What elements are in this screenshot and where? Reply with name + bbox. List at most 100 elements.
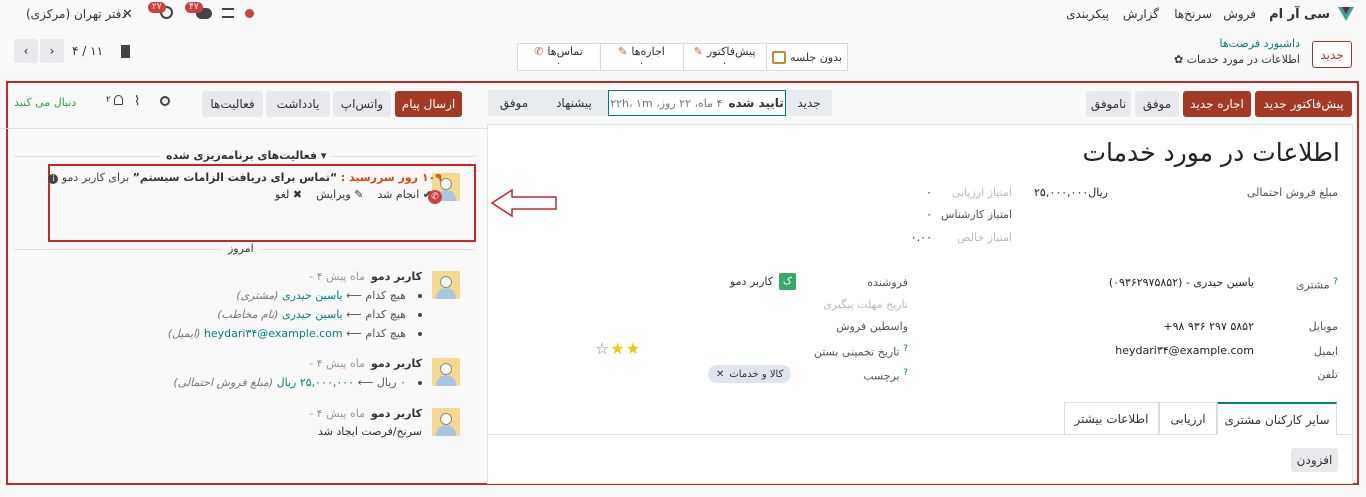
message-author[interactable]: کاربر دمو	[371, 357, 422, 370]
followers-button[interactable]: ۲	[106, 95, 123, 105]
list-icon[interactable]	[222, 8, 234, 18]
smart-button-meetings[interactable]: بدون جلسه	[766, 43, 848, 71]
message-author[interactable]: کاربر دمو	[371, 407, 422, 420]
tags-label: برچسب ?	[863, 367, 908, 383]
bullet	[418, 294, 422, 298]
phone-label: تلفن	[1317, 368, 1338, 381]
tracking-line: ۰ ریال ⟵ ۲۵,۰۰۰,۰۰۰ ریال (مبلغ فروش احتم…	[173, 376, 406, 389]
log-note-button[interactable]: یادداشت	[266, 91, 330, 117]
avatar	[432, 271, 460, 299]
pencil-icon: ✎	[693, 45, 703, 58]
priority-stars[interactable]: ☆★★	[595, 339, 641, 358]
app-name[interactable]: سی آر ام	[1269, 7, 1330, 22]
customer-value[interactable]: یاسین حیدری - (۰۹۳۶۲۹۷۵۸۵۲)	[1109, 276, 1254, 289]
close-date-label: تاریخ تخمینی بستن ?	[813, 343, 908, 359]
expected-revenue-value[interactable]: ۲۵,۰۰۰,۰۰۰ریال	[1034, 186, 1108, 199]
message-author[interactable]: کاربر دمو	[371, 270, 422, 283]
search-icon[interactable]	[160, 96, 170, 106]
new-record-button[interactable]: جدید	[1312, 41, 1352, 68]
tab-customer-contacts[interactable]: سایر کارکنان مشتری	[1217, 402, 1337, 435]
tab-more-info[interactable]: اطلاعات بیشتر	[1064, 402, 1159, 434]
caret-down-icon: ▾	[320, 149, 327, 162]
salesperson-field[interactable]: ک کاربر دمو	[730, 273, 796, 290]
message-time: - ۴ ماه پیش	[309, 407, 365, 420]
info-icon[interactable]: i	[48, 174, 59, 184]
bullet	[418, 381, 422, 385]
tag-remove-icon[interactable]: ✕	[716, 369, 724, 380]
customer-label: مشتری ?	[1295, 276, 1338, 292]
stage-confirmed[interactable]: تایید شده ۴ ماه، ۲۲ روز، ۲۲h، ۱m	[608, 90, 786, 116]
menu-configuration[interactable]: پیکربندی	[1066, 7, 1109, 21]
message-body: سرنخ/فرصت ایجاد شد	[317, 425, 422, 438]
pager-next-button[interactable]: ›	[40, 39, 64, 63]
new-quotation-button[interactable]: پیش‌فاکتور جدید	[1255, 91, 1352, 117]
mark-won-button[interactable]: موفق	[1135, 91, 1179, 117]
attachment-icon[interactable]: ⌇	[134, 94, 140, 109]
cancel-activity-button[interactable]: ✖ لغو	[275, 188, 302, 201]
top-navbar: سی آر ام فروش سرنخ‌ها گزارش پیکربندی دفت…	[0, 0, 1366, 28]
smart-button-quotations[interactable]: ✎ پیش‌فاکتور ۰	[683, 43, 765, 71]
pager-value[interactable]: ۴ / ۱۱	[72, 44, 103, 58]
add-line-button[interactable]: افزودن	[1291, 448, 1338, 472]
expert-score-label: امتیاز کارشناس	[941, 208, 1012, 221]
planned-activities-header[interactable]: فعالیت‌های برنامه‌ریزی شده ▾	[160, 149, 333, 162]
mark-lost-button[interactable]: ناموفق	[1086, 91, 1131, 117]
record-title[interactable]: اطلاعات در مورد خدمات	[1082, 138, 1340, 167]
status-dot-icon	[245, 9, 254, 18]
check-icon: ✔	[422, 188, 432, 201]
arrow-annotation-icon	[490, 188, 557, 218]
record-settings-gear-icon[interactable]: ✿	[1174, 53, 1183, 66]
breadcrumb-parent[interactable]: داشبورد فرصت‌ها	[1174, 37, 1300, 50]
pager-prev-button[interactable]: ‹	[14, 39, 38, 63]
activity-count-badge: ۲۷	[148, 2, 166, 13]
stage-new[interactable]: جدید	[786, 90, 832, 116]
net-score-value: ۰.۰۰	[910, 231, 932, 244]
app-logo-icon[interactable]	[1338, 7, 1354, 21]
star-filled-icon[interactable]: ★	[626, 339, 641, 358]
activity-summary: “تماس برای دریافت الزامات سیستم”	[132, 171, 338, 184]
tracking-line: هیچ کدام ⟵ یاسین حیدری (نام مخاطب)	[217, 308, 406, 321]
whatsapp-button[interactable]: واتس‌اپ	[333, 91, 391, 117]
smart-button-rentals[interactable]: ✎ اجاره‌ها ۰	[600, 43, 682, 71]
mark-done-button[interactable]: ✔ انجام شد	[377, 188, 432, 201]
follow-button[interactable]: دنبال می کنید	[14, 96, 76, 109]
new-rental-button[interactable]: اجاره جدید	[1183, 91, 1251, 117]
menu-leads[interactable]: سرنخ‌ها	[1174, 7, 1212, 21]
stage-proposal[interactable]: پیشنهاد	[540, 90, 608, 116]
chevron-right-icon: ›	[49, 44, 55, 58]
mobile-value[interactable]: +۹۸ ۹۳۶ ۲۹۷ ۵۸۵۲	[1163, 320, 1254, 333]
tools-icon[interactable]: ✕	[122, 7, 133, 22]
message-time: - ۴ ماه پیش	[309, 270, 365, 283]
email-label: ایمیل	[1313, 345, 1338, 358]
today-header: امروز	[222, 242, 260, 255]
breadcrumb-current: اطلاعات در مورد خدمات	[1186, 53, 1300, 66]
tag-chip[interactable]: ✕ کالا و خدمات	[708, 365, 792, 383]
tab-evaluation[interactable]: ارزیابی	[1159, 402, 1217, 434]
bullet	[418, 332, 422, 336]
calendar-icon	[772, 50, 787, 64]
bookmark-icon[interactable]	[121, 45, 130, 58]
menu-reporting[interactable]: گزارش	[1123, 7, 1159, 21]
menu-sales[interactable]: فروش	[1223, 7, 1256, 21]
expert-score-value[interactable]: ۰	[926, 208, 932, 221]
tracking-line: هیچ کدام ⟵ یاسین حیدری (مشتری)	[236, 289, 406, 302]
salesperson-avatar: ک	[779, 273, 796, 290]
stage-won[interactable]: موفق	[488, 90, 540, 116]
edit-activity-button[interactable]: ✎ ویرایش	[316, 188, 363, 201]
salesperson-label: فروشنده	[867, 276, 908, 289]
email-value[interactable]: heydari۳۴@example.com	[1115, 344, 1254, 357]
close-icon: ✖	[292, 188, 303, 201]
activities-button[interactable]: فعالیت‌ها	[202, 91, 263, 117]
smart-button-calls[interactable]: ✆ تماس‌ها ۰	[517, 43, 599, 71]
chatter-separator	[0, 128, 487, 129]
pencil-icon: ✎	[354, 188, 364, 201]
star-empty-icon[interactable]: ☆	[595, 339, 610, 358]
company-switcher[interactable]: دفتر تهران (مرکزی)	[26, 7, 127, 21]
broker-label: واسطین فروش	[836, 320, 908, 333]
pencil-icon: ✎	[618, 45, 628, 58]
followup-date-label: تاریخ مهلت پیگیری	[823, 298, 908, 311]
chevron-left-icon: ‹	[23, 44, 29, 58]
send-message-button[interactable]: ارسال پیام	[395, 91, 462, 117]
star-filled-icon[interactable]: ★	[610, 339, 625, 358]
chat-count-badge: ۴۷	[185, 2, 203, 13]
